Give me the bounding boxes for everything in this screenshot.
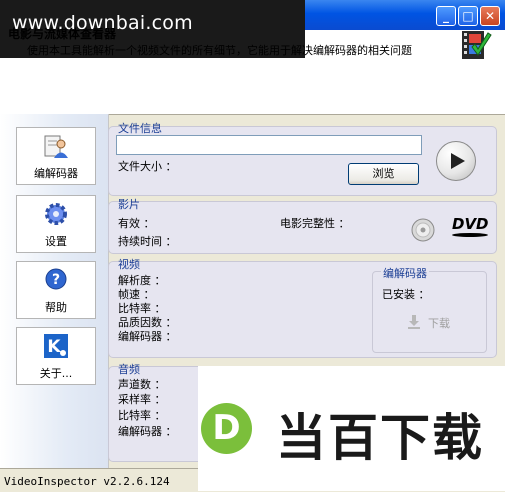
minimize-button[interactable]: _ [436,6,456,26]
samplerate-label: 采样率 ： [118,393,166,406]
maximize-icon: □ [462,9,474,23]
app-heading: 电影与流媒体查看器 [8,27,117,41]
sidebar-item-label: 设置 [45,235,67,248]
codec-person-icon [44,135,68,158]
sidebar-item-label: 编解码器 [34,167,78,180]
file-path-input[interactable] [116,135,422,155]
audio-legend: 音频 [118,363,140,376]
film-check-icon [462,31,492,59]
watermark-logo-letter: D [212,408,241,448]
video-legend: 视频 [118,258,140,271]
codec-subgroup-legend: 编解码器 [381,265,429,281]
sidebar-item-settings[interactable]: 设置 [16,195,96,253]
minimize-icon: _ [443,9,449,23]
movie-legend: 影片 [118,198,140,211]
app-description: 使用本工具能解析一个视频文件的所有细节，它能用于解决编解码器的相关问题 [27,44,412,57]
gear-icon [45,203,67,225]
download-button[interactable]: 下载 [400,311,456,333]
dvd-logo: DVD [452,217,492,237]
sidebar-item-help[interactable]: ? 帮助 [16,261,96,319]
svg-text:?: ? [52,272,60,288]
installed-label: 已安装 ： [382,288,430,301]
duration-label: 持续时间 ： [118,235,177,248]
close-icon: ✕ [484,9,496,23]
dvd-logo-text: DVD [452,215,489,233]
play-icon [451,153,465,169]
sidebar-item-codecs[interactable]: 编解码器 [16,127,96,185]
play-button[interactable] [436,141,476,181]
watermark-logo-text: 当百下载 [276,409,484,467]
video-codec-label: 编解码器 ： [118,330,177,343]
sidebar-item-label: 帮助 [45,301,67,314]
valid-label: 有效 ： [118,217,155,230]
file-size-label: 文件大小 ： [118,160,177,173]
help-icon: ? [45,268,67,290]
audio-codec-label: 编解码器 ： [118,425,177,438]
integrity-label: 电影完整性 ： [280,217,350,230]
sidebar-item-label: 关于... [39,367,73,380]
browse-button[interactable]: 浏览 [348,163,419,185]
maximize-button[interactable]: □ [458,6,478,26]
download-icon [408,315,420,329]
dvd-disc-mark [452,233,488,237]
svg-text:K: K [47,337,61,357]
file-info-legend: 文件信息 [118,122,162,135]
version-status: VideoInspector v2.2.6.124 [4,475,170,488]
audio-bitrate-label: 比特率 ： [118,409,166,422]
sidebar-item-about[interactable]: K 关于... [16,327,96,385]
close-button[interactable]: ✕ [480,6,500,26]
about-k-icon: K [44,334,68,358]
download-label: 下载 [428,317,450,330]
channels-label: 声道数 ： [118,378,166,391]
cd-icon [411,218,435,242]
